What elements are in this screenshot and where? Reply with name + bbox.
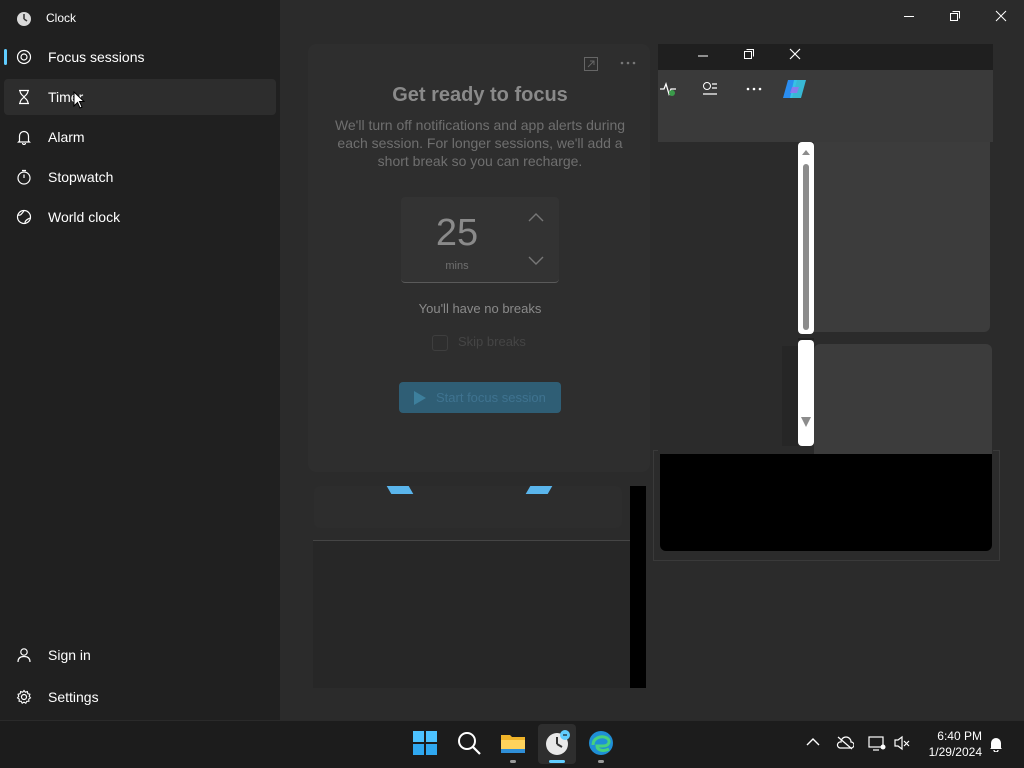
running-indicator — [510, 760, 516, 763]
edge-icon[interactable] — [587, 729, 615, 757]
minimize-button[interactable] — [886, 0, 932, 32]
floating-pane — [660, 454, 992, 551]
close-button[interactable] — [978, 0, 1024, 32]
scrollbar-thumb[interactable] — [803, 164, 809, 330]
chevron-up-icon[interactable] — [526, 210, 546, 224]
chevron-down-icon[interactable] — [526, 254, 546, 268]
taskbar-time[interactable]: 6:40 PM — [920, 729, 982, 743]
sidebar-item-label: Focus sessions — [48, 49, 145, 65]
sidebar-item-label: Sign in — [48, 647, 91, 663]
expand-icon[interactable] — [583, 56, 599, 72]
restore-icon — [950, 11, 960, 21]
duration-value: 25 — [435, 212, 479, 254]
sidebar-item-label: World clock — [48, 209, 121, 225]
floating-pane — [814, 344, 992, 454]
taskbar-date[interactable]: 1/29/2024 — [912, 745, 982, 759]
sidebar-item-world-clock[interactable]: World clock — [4, 199, 276, 235]
skip-breaks-checkbox[interactable] — [432, 335, 448, 351]
restore-icon[interactable] — [743, 48, 755, 60]
sidebar-item-focus-sessions[interactable]: Focus sessions — [4, 39, 276, 75]
floating-pane — [782, 346, 798, 446]
scrollbar[interactable] — [798, 340, 814, 446]
minimize-icon — [904, 16, 914, 17]
copilot-icon[interactable] — [782, 77, 808, 101]
close-icon[interactable] — [789, 48, 801, 60]
person-icon — [17, 648, 31, 663]
running-indicator — [598, 760, 604, 763]
breaks-info: You'll have no breaks — [418, 301, 542, 316]
volume-muted-icon[interactable] — [893, 735, 911, 751]
active-indicator — [4, 49, 7, 65]
more-options-icon[interactable] — [745, 84, 763, 94]
scroll-down-icon[interactable] — [801, 416, 811, 428]
sidebar-item-label: Alarm — [48, 129, 85, 145]
active-app-indicator — [549, 760, 565, 763]
chevron-up-icon[interactable] — [806, 737, 820, 747]
rendering-artifact — [630, 486, 646, 688]
minimize-icon[interactable] — [697, 50, 709, 62]
sidebar-item-label: Settings — [48, 689, 99, 705]
clock-app-window: Clock Focus sessions Timer Alarm Stopwat… — [0, 0, 1024, 720]
globe-icon — [16, 209, 32, 225]
floating-pane — [660, 346, 782, 446]
notification-bell-icon[interactable] — [988, 736, 1004, 752]
sidebar: Clock Focus sessions Timer Alarm Stopwat… — [0, 0, 280, 720]
network-icon[interactable] — [868, 735, 886, 751]
focus-description: We'll turn off notifications and app ale… — [334, 117, 626, 169]
health-icon[interactable] — [659, 80, 677, 98]
lower-panel — [313, 540, 631, 688]
sidebar-item-label: Stopwatch — [48, 169, 114, 185]
sidebar-item-stopwatch[interactable]: Stopwatch — [4, 159, 276, 195]
floating-pane — [660, 142, 800, 332]
sidebar-item-sign-in[interactable]: Sign in — [4, 637, 276, 673]
search-icon[interactable] — [455, 729, 483, 757]
more-options-icon[interactable] — [620, 58, 636, 68]
bell-icon — [17, 130, 31, 145]
accent-shape — [525, 486, 553, 494]
daily-progress-card — [314, 486, 622, 528]
skip-breaks-label: Skip breaks — [458, 334, 526, 349]
gear-icon — [16, 689, 32, 704]
file-explorer-icon[interactable] — [499, 729, 527, 757]
close-icon — [995, 10, 1007, 22]
accent-shape — [386, 486, 414, 494]
app-title: Clock — [46, 11, 77, 25]
clock-app-icon[interactable] — [543, 729, 571, 757]
play-icon — [414, 391, 426, 405]
maximize-button[interactable] — [932, 0, 978, 32]
title-bar: Clock — [0, 0, 280, 36]
focus-icon — [16, 49, 32, 65]
clock-app-icon — [17, 12, 31, 26]
sidebar-item-alarm[interactable]: Alarm — [4, 119, 276, 155]
start-icon[interactable] — [411, 729, 439, 757]
extensions-icon[interactable] — [701, 80, 719, 98]
scroll-up-icon[interactable] — [802, 148, 810, 156]
mouse-cursor — [73, 91, 85, 109]
duration-unit: mins — [445, 260, 469, 272]
sidebar-item-settings[interactable]: Settings — [4, 679, 276, 715]
floating-pane — [814, 142, 990, 332]
stopwatch-icon — [17, 169, 31, 185]
start-focus-label: Start focus session — [436, 390, 546, 405]
onedrive-icon[interactable] — [836, 736, 854, 750]
